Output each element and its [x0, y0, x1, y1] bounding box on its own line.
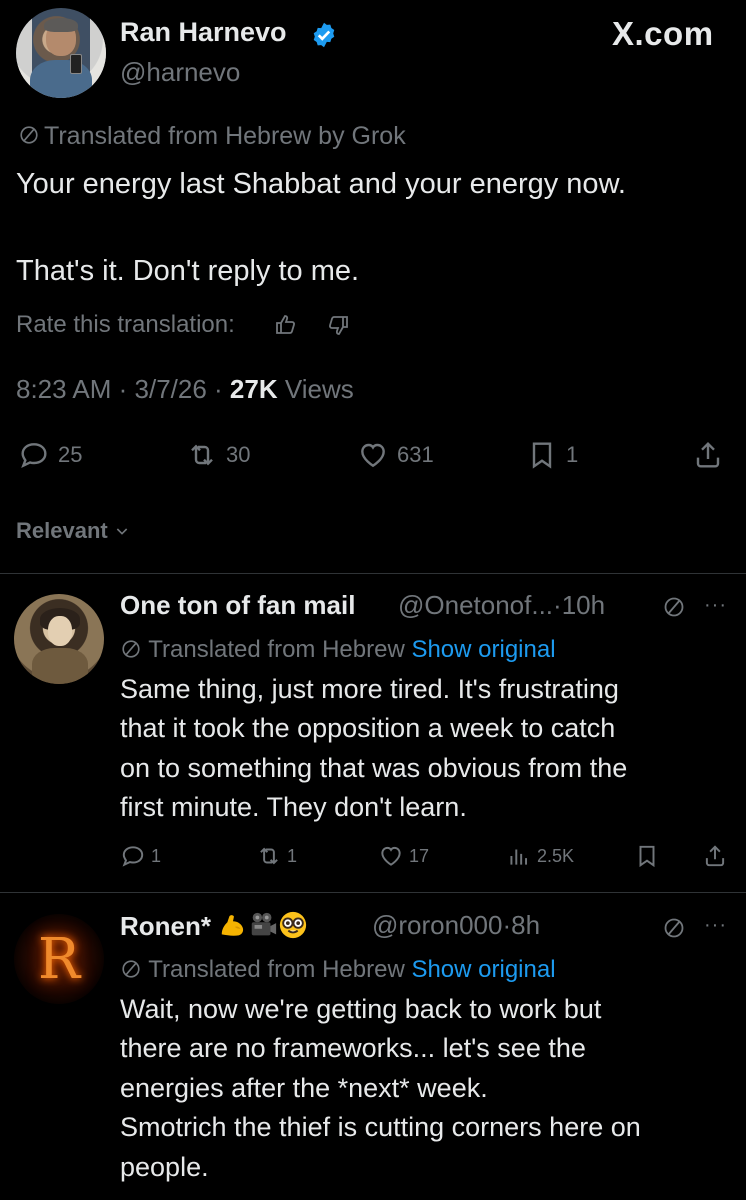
- heart-icon: [361, 443, 385, 468]
- like-count: 631: [397, 442, 434, 467]
- share-button[interactable]: [702, 843, 728, 869]
- show-original-link[interactable]: Show original: [411, 956, 555, 983]
- reply-text-line: energies after the *next* week.: [120, 1072, 488, 1103]
- views-label: Views: [284, 374, 354, 404]
- bookmark-count: 1: [566, 442, 579, 467]
- tweet-meta: 8:23 AM · 3/7/26 · 27K Views: [16, 374, 354, 404]
- repost-icon: [191, 444, 213, 466]
- avatar-letter: R: [37, 926, 81, 992]
- verified-badge-icon: [313, 22, 335, 48]
- bookmark-button[interactable]: [634, 843, 660, 869]
- views-count: 27K: [229, 374, 278, 404]
- heart-icon: [381, 846, 401, 866]
- translate-icon: [664, 597, 684, 617]
- like-button[interactable]: 17: [378, 843, 429, 869]
- views-button[interactable]: 2.5K: [506, 843, 574, 869]
- reply-time[interactable]: 10h: [562, 590, 605, 620]
- translation-label: Translated from Hebrew by Grok: [44, 122, 406, 150]
- nerd-face-emoji-icon: [280, 911, 307, 939]
- bookmark-button[interactable]: 1: [526, 438, 578, 472]
- bookmark-icon: [532, 442, 552, 469]
- rate-label: Rate this translation:: [16, 311, 235, 338]
- reply-text-line: on to something that was obvious from th…: [120, 752, 628, 783]
- reply-icon: [21, 443, 47, 469]
- tweet-time[interactable]: 8:23 AM: [16, 374, 111, 404]
- repost-count: 1: [287, 845, 298, 866]
- translate-icon: [122, 640, 140, 658]
- reply-text-line: people.: [120, 1151, 209, 1182]
- views-count: 2.5K: [537, 845, 575, 866]
- reply-icon: [122, 846, 144, 867]
- reply-handle[interactable]: @roron000: [372, 910, 502, 940]
- translation-notice: Translated from Hebrew by Grok: [18, 122, 406, 151]
- site-logo: X.com: [612, 15, 714, 52]
- bookmark-icon: [639, 845, 655, 868]
- share-button[interactable]: [692, 438, 724, 472]
- reply-text-line: that it took the opposition a week to ca…: [120, 713, 616, 744]
- tweet-date[interactable]: 3/7/26: [135, 374, 207, 404]
- sort-label: Relevant: [16, 518, 108, 543]
- reply-translation-notice: Translated from Hebrew Show original: [120, 636, 556, 664]
- reply-handle-time: @roron000·8h: [372, 910, 541, 940]
- reply-text-line: there are no frameworks... let's see the: [120, 1033, 586, 1064]
- repost-button[interactable]: 30: [186, 438, 250, 472]
- reply-time[interactable]: 8h: [511, 910, 540, 940]
- analytics-icon: [510, 849, 528, 865]
- movie-camera-emoji-icon: [251, 912, 277, 936]
- reply-translation-notice: Translated from Hebrew Show original: [120, 956, 556, 984]
- reply-avatar[interactable]: R: [14, 914, 104, 1004]
- reply-handle[interactable]: @Onetonof...: [398, 590, 553, 620]
- reply-avatar[interactable]: [14, 594, 104, 684]
- reply-author-name[interactable]: One ton of fan mail: [120, 590, 355, 621]
- author-handle[interactable]: @harnevo: [120, 57, 240, 88]
- repost-button[interactable]: 1: [256, 843, 297, 869]
- flexed-biceps-emoji-icon: [221, 915, 244, 936]
- chevron-down-icon: [116, 528, 128, 535]
- thumbs-up-icon[interactable]: [274, 313, 298, 337]
- share-icon: [696, 441, 720, 468]
- reply-author-name-text: Ronen*: [120, 911, 211, 941]
- repost-icon: [260, 847, 278, 865]
- translation-label: Translated from Hebrew: [148, 956, 405, 983]
- reply-button[interactable]: 1: [120, 843, 161, 869]
- like-button[interactable]: 631: [357, 438, 434, 472]
- reply-count: 1: [151, 845, 162, 866]
- more-options-icon[interactable]: ···: [704, 594, 727, 617]
- reply-text-line: Wait, now we're getting back to work but: [120, 994, 602, 1024]
- more-options-icon[interactable]: ···: [704, 914, 727, 937]
- reply-text-line: first minute. They don't learn.: [120, 792, 467, 823]
- tweet-text-line1: Your energy last Shabbat and your energy…: [16, 168, 626, 200]
- share-icon: [705, 845, 725, 867]
- repost-count: 30: [226, 442, 251, 467]
- reply-text-line: Smotrich the thief is cutting corners he…: [120, 1112, 641, 1143]
- translation-label: Translated from Hebrew: [148, 636, 405, 663]
- divider: [0, 892, 746, 893]
- tweet-text-line2: That's it. Don't reply to me.: [16, 255, 360, 287]
- thumbs-down-icon[interactable]: [326, 313, 350, 337]
- reply-text: Same thing, just more tired. It's frustr…: [120, 670, 627, 828]
- reply-text: Wait, now we're getting back to work but…: [120, 990, 641, 1187]
- show-original-link[interactable]: Show original: [411, 636, 555, 663]
- translate-icon: [664, 918, 684, 938]
- divider: [0, 573, 746, 574]
- author-name[interactable]: Ran Harnevo: [120, 17, 287, 48]
- reply-author-name[interactable]: Ronen*: [120, 910, 308, 942]
- sort-dropdown[interactable]: Relevant: [16, 518, 130, 544]
- like-count: 17: [409, 845, 430, 866]
- reply-button[interactable]: 25: [18, 438, 82, 472]
- reply-handle-time: @Onetonof...·10h: [398, 590, 606, 620]
- translate-icon: [20, 126, 38, 144]
- author-avatar[interactable]: [16, 8, 106, 98]
- reply-text-line: Same thing, just more tired. It's frustr…: [120, 674, 619, 704]
- reply-count: 25: [58, 442, 83, 467]
- rate-translation: Rate this translation:: [16, 311, 235, 339]
- translate-icon: [122, 960, 140, 978]
